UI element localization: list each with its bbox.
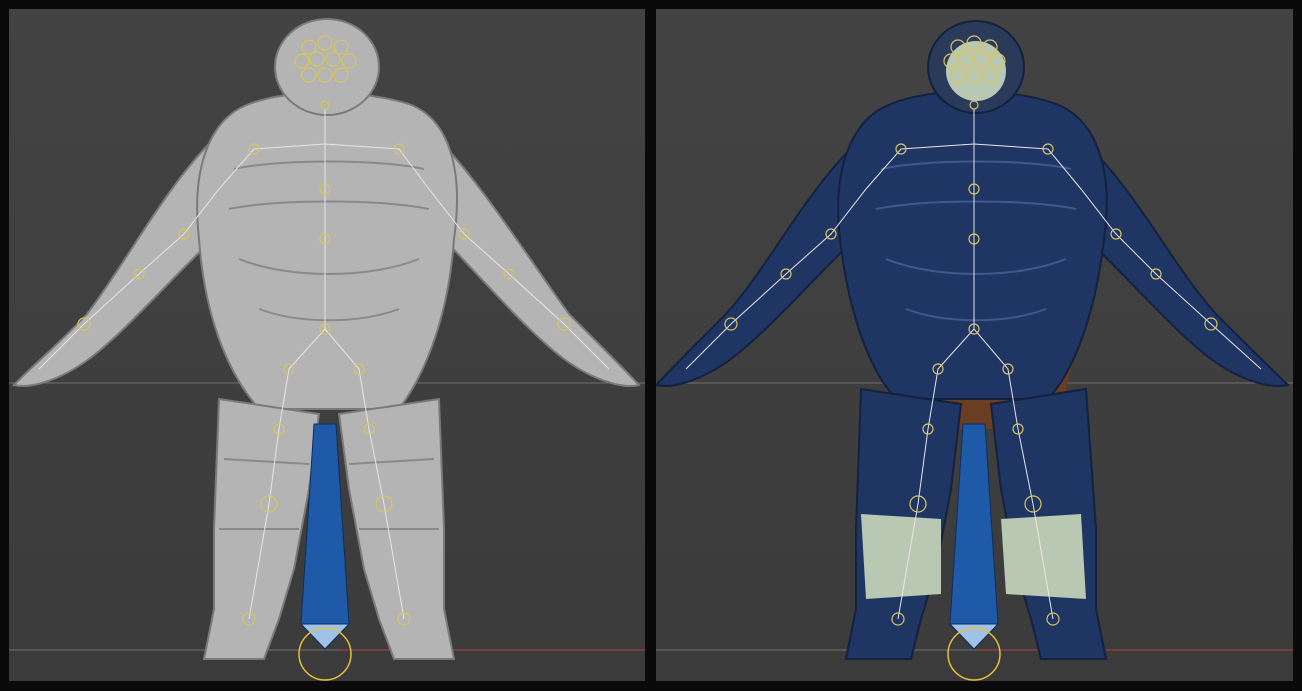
viewport-left-scene bbox=[9, 18, 645, 681]
viewport-right-scene bbox=[656, 20, 1293, 681]
left-arm bbox=[656, 136, 873, 387]
viewport-right[interactable] bbox=[656, 9, 1293, 681]
right-boot-guard bbox=[1001, 514, 1086, 599]
right-arm bbox=[428, 126, 641, 387]
root-bone[interactable] bbox=[949, 423, 999, 650]
torso bbox=[837, 90, 1108, 400]
head bbox=[274, 18, 380, 116]
torso bbox=[196, 91, 458, 410]
root-bone-gizmo[interactable] bbox=[947, 423, 1001, 681]
viewport-left[interactable] bbox=[9, 9, 645, 681]
left-boot-guard bbox=[861, 514, 941, 599]
left-arm bbox=[12, 126, 231, 387]
split-view-frame bbox=[0, 0, 1302, 691]
